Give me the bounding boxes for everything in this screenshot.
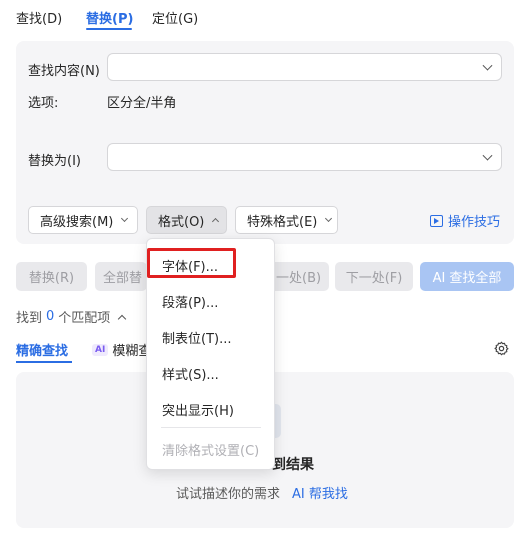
options-label: 选项: bbox=[28, 96, 59, 111]
replace-with-input[interactable] bbox=[107, 143, 502, 171]
next-button[interactable]: 下一处(F) bbox=[335, 262, 413, 291]
special-format-label: 特殊格式(E) bbox=[247, 214, 318, 230]
special-format-button[interactable]: 特殊格式(E) bbox=[235, 206, 338, 234]
match-count: 0 bbox=[46, 309, 55, 324]
menu-item-highlight[interactable]: 突出显示(H) bbox=[162, 400, 234, 419]
tab-exact-search[interactable]: 精确查找 bbox=[16, 340, 68, 359]
tab-goto[interactable]: 定位(G) bbox=[152, 8, 198, 27]
active-tab-indicator bbox=[86, 28, 132, 30]
tab-replace[interactable]: 替换(P) bbox=[86, 8, 133, 27]
menu-item-paragraph[interactable]: 段落(P)... bbox=[162, 292, 218, 311]
exact-tab-indicator bbox=[16, 361, 72, 363]
find-content-label: 查找内容(N) bbox=[28, 64, 100, 79]
chevron-down-icon[interactable] bbox=[482, 60, 493, 71]
advanced-search-label: 高级搜索(M) bbox=[40, 214, 114, 230]
gear-icon[interactable] bbox=[494, 341, 509, 356]
operation-tips-link[interactable]: 操作技巧 bbox=[430, 211, 500, 230]
chevron-up-icon bbox=[212, 217, 220, 226]
menu-divider bbox=[161, 427, 261, 428]
chevron-down-icon bbox=[325, 214, 333, 223]
menu-item-style[interactable]: 样式(S)... bbox=[162, 364, 219, 383]
format-button[interactable]: 格式(O) bbox=[146, 206, 227, 234]
menu-item-tab-stops[interactable]: 制表位(T)... bbox=[162, 328, 231, 347]
chevron-down-icon bbox=[121, 214, 129, 223]
match-summary: 找到 0 个匹配项 bbox=[16, 307, 127, 326]
operation-tips-label: 操作技巧 bbox=[448, 215, 501, 230]
replace-all-button[interactable]: 全部替 bbox=[95, 262, 147, 291]
ai-badge: AI bbox=[92, 343, 109, 356]
match-summary-prefix: 找到 bbox=[16, 311, 43, 326]
video-play-icon bbox=[430, 214, 443, 227]
replace-button[interactable]: 替换(R) bbox=[16, 262, 87, 291]
chevron-down-icon[interactable] bbox=[482, 150, 493, 161]
annotation-highlight-box bbox=[147, 248, 236, 278]
menu-item-clear-format: 清除格式设置(C) bbox=[162, 444, 260, 459]
match-summary-suffix: 个匹配项 bbox=[58, 311, 111, 326]
tab-fuzzy-search[interactable]: AI 模糊查 bbox=[92, 340, 151, 359]
ai-find-all-button[interactable]: AI 查找全部 bbox=[420, 262, 514, 291]
chevron-up-icon[interactable] bbox=[118, 314, 127, 323]
ai-help-link[interactable]: AI 帮我找 bbox=[292, 483, 348, 502]
empty-state-hint: 试试描述你的需求 bbox=[176, 487, 281, 502]
options-value: 区分全/半角 bbox=[107, 96, 177, 111]
advanced-search-button[interactable]: 高级搜索(M) bbox=[28, 206, 138, 234]
find-content-input[interactable] bbox=[107, 53, 502, 81]
replace-with-label: 替换为(I) bbox=[28, 154, 81, 169]
format-label: 格式(O) bbox=[158, 214, 205, 230]
tab-find[interactable]: 查找(D) bbox=[16, 8, 62, 27]
